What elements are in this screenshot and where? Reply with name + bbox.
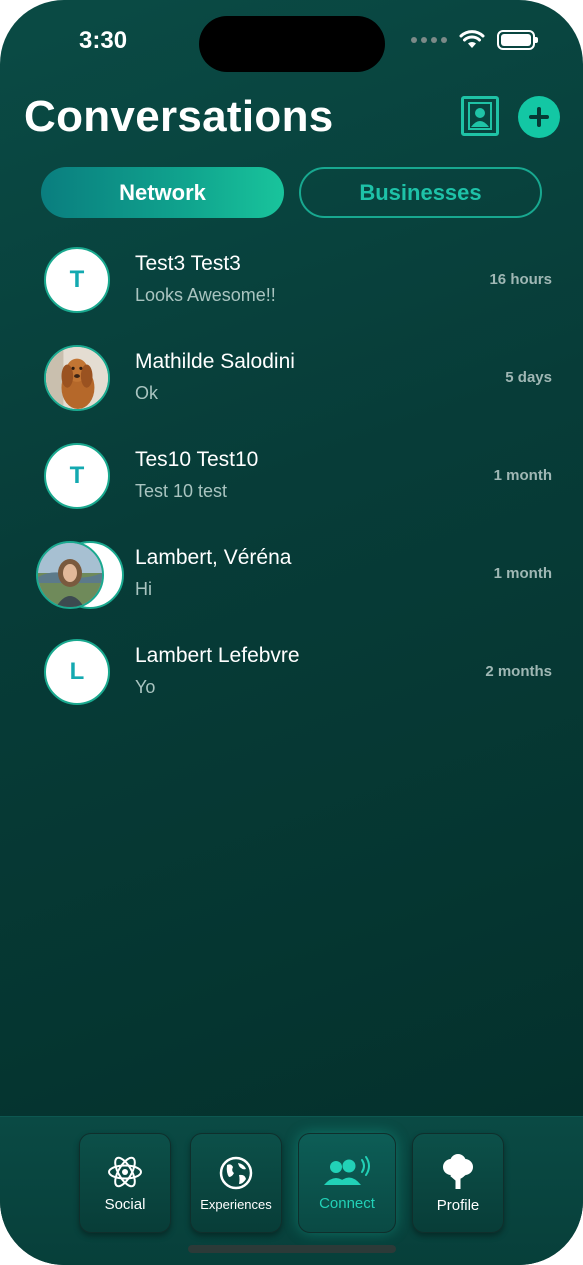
message-time: 1 month	[493, 467, 552, 484]
status-icons	[411, 30, 538, 50]
message-time: 2 months	[485, 663, 552, 680]
nav-label: Connect	[319, 1194, 375, 1212]
last-message: Test 10 test	[135, 481, 228, 501]
signal-dots-icon	[411, 37, 447, 43]
nav-experiences[interactable]: Experiences	[190, 1133, 282, 1233]
avatar: T	[44, 443, 110, 509]
contact-name: Lambert Lefebvre	[135, 644, 300, 667]
people-signal-icon	[324, 1155, 370, 1185]
group-avatar	[36, 541, 124, 609]
status-time: 3:30	[79, 27, 128, 54]
conversation-item[interactable]: Lambert, Véréna Hi 1 month	[0, 541, 583, 639]
conversation-item[interactable]: T Tes10 Test10 Test 10 test 1 month	[0, 443, 583, 541]
person-photo-icon	[38, 543, 102, 607]
globe-icon	[219, 1156, 253, 1189]
message-time: 16 hours	[489, 271, 552, 288]
avatar-photo	[36, 541, 104, 609]
nav-profile[interactable]: Profile	[412, 1133, 504, 1233]
conversation-item[interactable]: L Lambert Lefebvre Yo 2 months	[0, 639, 583, 737]
dynamic-island	[199, 16, 385, 72]
page-title: Conversations	[24, 92, 334, 141]
new-conversation-button[interactable]	[518, 96, 560, 138]
message-time: 1 month	[493, 565, 552, 582]
nav-connect[interactable]: Connect	[298, 1133, 396, 1233]
avatar: T	[44, 247, 110, 313]
nav-label: Profile	[436, 1196, 480, 1214]
wifi-icon	[459, 30, 485, 48]
home-indicator	[188, 1245, 396, 1253]
message-time: 5 days	[505, 369, 552, 386]
tab-network[interactable]: Network	[41, 167, 284, 218]
dog-photo-icon	[46, 347, 108, 409]
conversation-item[interactable]: Mathilde Salodini Ok 5 days	[0, 345, 583, 443]
contact-name: Test3 Test3	[135, 252, 241, 275]
last-message: Looks Awesome!!	[135, 285, 276, 305]
last-message: Yo	[135, 677, 156, 697]
avatar: L	[44, 639, 110, 705]
avatar-photo	[44, 345, 110, 411]
contact-name: Lambert, Véréna	[135, 546, 292, 569]
nav-label: Experiences	[200, 1196, 272, 1212]
contact-name: Mathilde Salodini	[135, 350, 295, 373]
conversation-item[interactable]: T Test3 Test3 Looks Awesome!! 16 hours	[0, 247, 583, 345]
last-message: Ok	[135, 383, 159, 403]
nav-label: Social	[104, 1195, 146, 1213]
battery-icon	[497, 30, 538, 50]
plus-icon	[529, 107, 549, 127]
contacts-button[interactable]	[461, 96, 499, 136]
atom-icon	[108, 1156, 142, 1187]
tab-businesses[interactable]: Businesses	[299, 167, 542, 218]
last-message: Hi	[135, 579, 152, 599]
contact-name: Tes10 Test10	[135, 448, 259, 471]
nav-social[interactable]: Social	[79, 1133, 171, 1233]
contact-book-icon	[468, 102, 492, 130]
app-screen: 3:30 Conversations Network Businesses T …	[0, 0, 583, 1265]
tree-icon	[443, 1153, 473, 1189]
